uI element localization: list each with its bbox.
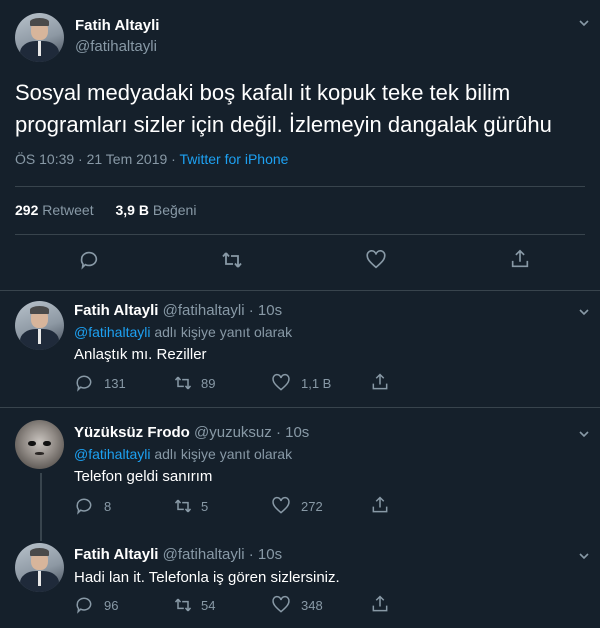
separator: · <box>248 302 254 319</box>
share-icon <box>372 496 388 513</box>
chevron-down-icon[interactable] <box>579 307 589 317</box>
reply-to-link[interactable]: @fatihaltayli <box>74 446 150 462</box>
like-count: 1,1 B <box>301 375 332 391</box>
like-icon <box>272 595 290 613</box>
reply-text: Telefon geldi sanırım <box>74 468 213 485</box>
chevron-down-icon[interactable] <box>579 429 589 439</box>
reply-icon <box>76 498 92 515</box>
reply-to-suffix: adlı kişiye yanıt olarak <box>154 324 293 340</box>
reply-icon <box>76 375 92 392</box>
like-button[interactable]: 1,1 B <box>271 373 331 393</box>
retweet-button[interactable]: 5 <box>173 496 208 516</box>
avatar[interactable] <box>15 543 64 592</box>
like-icon <box>272 373 290 391</box>
likes-stat[interactable]: 3,9 B Beğeni <box>116 202 197 218</box>
retweets-stat[interactable]: 292 Retweet <box>15 202 94 218</box>
reply-count: 131 <box>104 375 126 391</box>
retweet-count: 5 <box>201 498 209 514</box>
share-button[interactable] <box>370 594 390 614</box>
avatar[interactable] <box>15 13 64 62</box>
retweet-button[interactable]: 54 <box>173 595 215 615</box>
retweets-count: 292 <box>15 202 39 218</box>
share-icon <box>372 595 388 612</box>
avatar[interactable] <box>15 420 64 469</box>
reply-button[interactable]: 8 <box>74 496 111 516</box>
separator: · <box>248 546 254 563</box>
retweet-button[interactable]: 89 <box>173 373 215 393</box>
tweet-age[interactable]: 10s <box>285 424 309 441</box>
reply-header: Fatih Altayli @fatihaltayli · 10s <box>74 302 282 319</box>
divider <box>15 234 585 235</box>
author-handle[interactable]: @fatihaltayli <box>75 38 157 55</box>
reply-context: @fatihaltayli adlı kişiye yanıt olarak <box>74 324 292 340</box>
retweet-icon <box>174 499 192 513</box>
like-icon <box>272 496 290 514</box>
reply-count: 8 <box>104 498 112 514</box>
divider <box>0 407 600 408</box>
thread-line <box>40 473 42 541</box>
share-button[interactable] <box>370 372 390 392</box>
reply-context: @fatihaltayli adlı kişiye yanıt olarak <box>74 446 292 462</box>
like-button[interactable]: 272 <box>271 496 323 516</box>
reply-text: Hadi lan it. Telefonla iş gören sizlersi… <box>74 569 340 586</box>
tweet-age[interactable]: 10s <box>258 302 282 319</box>
avatar[interactable] <box>15 301 64 350</box>
chevron-down-icon[interactable] <box>579 551 589 561</box>
author-handle[interactable]: @yuzuksuz <box>194 424 272 441</box>
reply-to-link[interactable]: @fatihaltayli <box>74 324 150 340</box>
retweet-icon[interactable] <box>220 249 244 271</box>
retweets-label: Retweet <box>42 202 94 218</box>
likes-label: Beğeni <box>152 202 197 218</box>
reply-header: Yüzüksüz Frodo @yuzuksuz · 10s <box>74 424 309 441</box>
main-tweet: Fatih Altayli @fatihaltayli Sosyal medya… <box>0 0 600 291</box>
author-handle[interactable]: @fatihaltayli <box>163 546 245 563</box>
author-name[interactable]: Yüzüksüz Frodo <box>74 424 190 441</box>
author-handle[interactable]: @fatihaltayli <box>163 302 245 319</box>
retweet-count: 89 <box>201 375 216 391</box>
reply-header: Fatih Altayli @fatihaltayli · 10s <box>74 546 282 563</box>
like-button[interactable]: 348 <box>271 595 323 615</box>
likes-count: 3,9 B <box>115 202 149 218</box>
tweet-timestamp[interactable]: ÖS 10:39 · 21 Tem 2019 · <box>15 151 179 167</box>
author-name[interactable]: Fatih Altayli <box>74 546 158 563</box>
author-name[interactable]: Fatih Altayli <box>75 17 159 34</box>
retweet-count: 54 <box>201 597 216 613</box>
separator: · <box>275 424 281 441</box>
like-icon[interactable] <box>365 249 387 271</box>
reply-button[interactable]: 131 <box>74 373 126 393</box>
tweet-stats: 292 Retweet 3,9 B Beğeni <box>15 202 196 218</box>
like-count: 272 <box>301 498 323 514</box>
tweet-source[interactable]: Twitter for iPhone <box>179 151 288 167</box>
reply-button[interactable]: 96 <box>74 595 118 615</box>
reply-text: Anlaştık mı. Reziller <box>74 346 207 363</box>
retweet-icon <box>174 376 192 390</box>
retweet-icon <box>174 598 192 612</box>
share-icon <box>372 373 388 390</box>
tweet-text: Sosyal medyadaki boş kafalı it kopuk tek… <box>15 80 552 137</box>
reply-icon[interactable] <box>78 249 100 271</box>
tweet-age[interactable]: 10s <box>258 546 282 563</box>
reply-count: 96 <box>104 597 119 613</box>
chevron-down-icon[interactable] <box>579 18 589 28</box>
tweet-meta: ÖS 10:39 · 21 Tem 2019 · Twitter for iPh… <box>15 151 288 167</box>
like-count: 348 <box>301 597 323 613</box>
author-name[interactable]: Fatih Altayli <box>74 302 158 319</box>
share-icon[interactable] <box>509 248 531 270</box>
divider <box>0 290 600 291</box>
reply-icon <box>76 597 92 614</box>
share-button[interactable] <box>370 495 390 515</box>
divider <box>15 186 585 187</box>
reply-to-suffix: adlı kişiye yanıt olarak <box>154 446 293 462</box>
